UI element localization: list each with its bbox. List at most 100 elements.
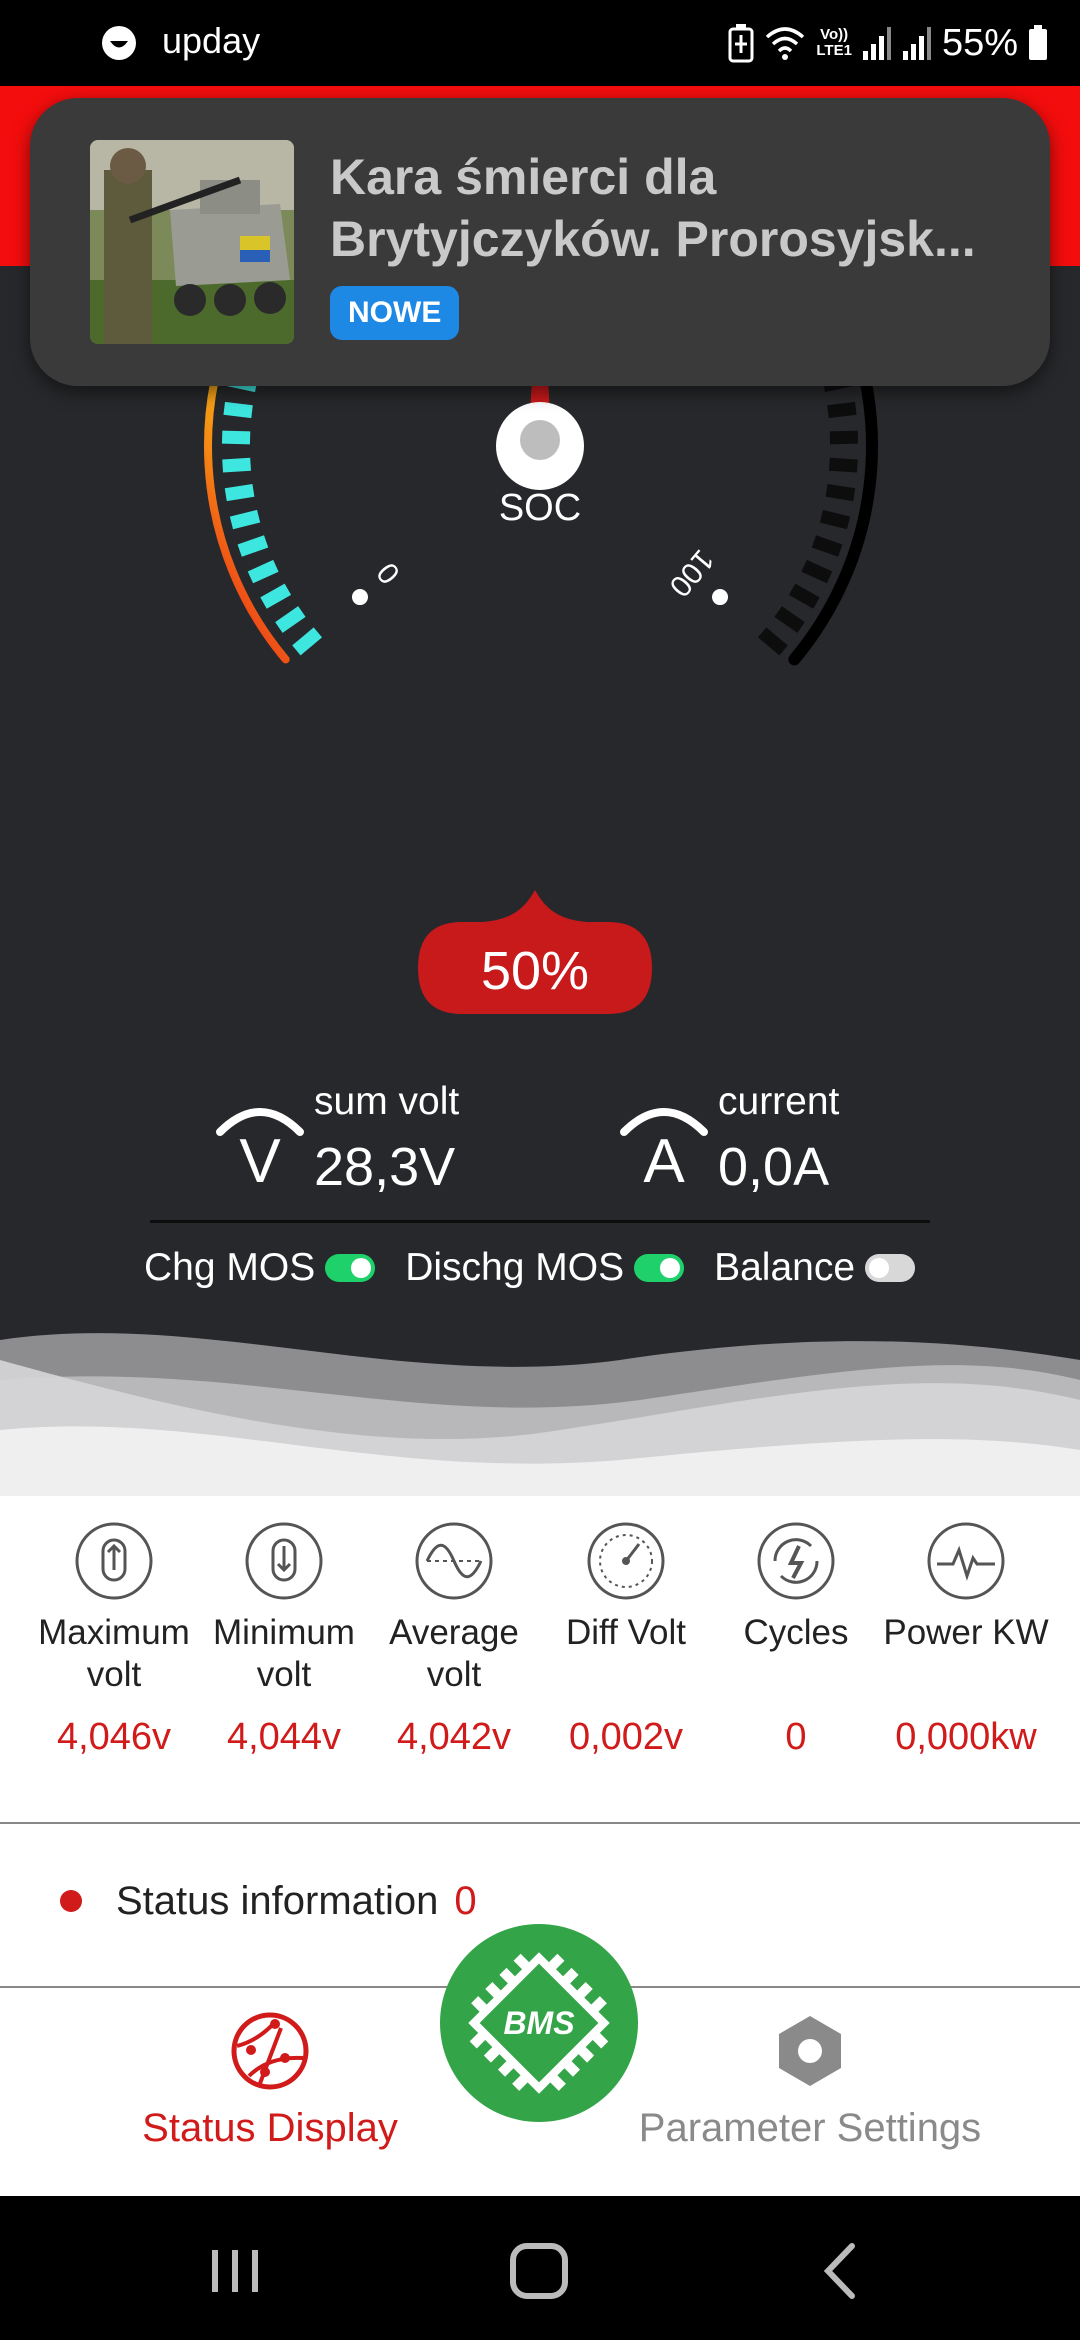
- battery-percent: 55%: [941, 21, 1018, 64]
- gauge-tick: [827, 401, 857, 419]
- current-value: 0,0A: [718, 1137, 830, 1197]
- stat-value: 4,046v: [56, 1716, 172, 1758]
- toggle-label: Chg MOS: [144, 1246, 316, 1289]
- min-volt-icon: [245, 1522, 323, 1600]
- status-information-row[interactable]: Status information 0: [60, 1876, 477, 1926]
- mos-toggles: Chg MOS Dischg MOS Balance: [144, 1238, 945, 1298]
- toggle-balance[interactable]: Balance: [714, 1246, 916, 1290]
- gauge-tick: [229, 509, 261, 530]
- gauge-tick: [221, 430, 251, 445]
- status-bar: upday Vo)) LTE1 55%: [0, 0, 1080, 86]
- stats-divider: [0, 1822, 1080, 1824]
- volte-label-top: Vo)): [820, 26, 849, 43]
- dischg-mos-switch[interactable]: [634, 1254, 685, 1282]
- chg-mos-switch[interactable]: [325, 1254, 376, 1282]
- toggle-chg-mos[interactable]: Chg MOS: [144, 1246, 376, 1290]
- bms-chip-icon: BMS: [468, 1952, 610, 2094]
- wave-decoration: [0, 1320, 1080, 1500]
- notification-new-badge: NOWE: [330, 286, 460, 340]
- gauge-scale-dot: [712, 589, 729, 606]
- stat-label: Minimum volt: [213, 1613, 355, 1694]
- volt-symbol: V: [239, 1127, 281, 1188]
- current-label: current: [718, 1080, 840, 1123]
- balance-switch[interactable]: [865, 1254, 916, 1282]
- ammeter-icon: A: [620, 1108, 708, 1188]
- tab-parameter-settings[interactable]: Parameter Settings: [630, 2010, 990, 2151]
- stat-value: 0,000kw: [895, 1716, 1037, 1758]
- gauge-tick: [788, 583, 820, 609]
- gauge-tick: [757, 627, 788, 656]
- stat-label: Maximum volt: [38, 1613, 190, 1694]
- stat-cycles: Cycles 0: [706, 1520, 886, 1758]
- soc-percent-badge: 50%: [418, 890, 652, 1018]
- gauge-hub-center: [520, 420, 560, 460]
- stat-value: 4,044v: [226, 1716, 342, 1758]
- stat-label: Power KW: [883, 1613, 1049, 1652]
- globe-network-icon: [231, 2012, 309, 2090]
- stat-label: Average volt: [389, 1613, 519, 1694]
- toggle-dischg-mos[interactable]: Dischg MOS: [405, 1246, 685, 1290]
- stat-value: 0: [785, 1716, 807, 1758]
- sum-volt-value: 28,3V: [314, 1137, 456, 1197]
- max-volt-icon: [75, 1522, 153, 1600]
- stat-diff-volt: Diff Volt 0,002v: [536, 1520, 716, 1758]
- stat-min-volt: Minimum volt 4,044v: [194, 1520, 374, 1758]
- status-dot-icon: [60, 1890, 82, 1912]
- recent-apps-icon[interactable]: [200, 2236, 270, 2306]
- gauge-scale-dot: [351, 589, 368, 606]
- stat-label: Diff Volt: [566, 1613, 686, 1652]
- gauge-tick: [801, 559, 833, 584]
- stat-max-volt: Maximum volt 4,046v: [24, 1520, 204, 1758]
- volte-icon: Vo)) LTE1: [816, 27, 852, 59]
- metrics-divider: [150, 1220, 930, 1223]
- bms-home-button[interactable]: BMS: [440, 1924, 638, 2122]
- cycles-icon: [757, 1522, 835, 1600]
- notification-headline-line1: Kara śmierci dla: [330, 149, 717, 205]
- voltmeter-icon: V: [216, 1108, 304, 1188]
- tab-status-display[interactable]: Status Display: [130, 2010, 410, 2151]
- battery-saver-icon: [728, 24, 754, 63]
- battery-icon: [1029, 25, 1047, 60]
- tab-status-display-label: Status Display: [142, 2106, 398, 2150]
- toggle-label: Balance: [714, 1246, 856, 1289]
- gauge-scale-label: 0: [371, 556, 407, 590]
- news-notification[interactable]: Kara śmierci dla Brytyjczyków. Prorosyjs…: [30, 98, 1050, 386]
- amp-symbol: A: [643, 1127, 685, 1188]
- system-nav-bar: [0, 2196, 1080, 2340]
- gauge-title: SOC: [499, 487, 581, 529]
- settings-hexagon-icon: [779, 2016, 841, 2086]
- wifi-icon: [766, 27, 805, 60]
- toggle-label: Dischg MOS: [405, 1246, 625, 1289]
- notification-headline-line2: Brytyjczyków. Prorosyjsk...: [330, 211, 976, 267]
- news-thumbnail-image: [90, 140, 294, 344]
- signal-icon-2: [902, 27, 931, 60]
- home-icon[interactable]: [505, 2236, 575, 2306]
- gauge-tick: [829, 430, 859, 445]
- upday-app-icon: [102, 26, 136, 60]
- bms-label: BMS: [503, 2005, 575, 2041]
- stat-label: Cycles: [743, 1613, 849, 1652]
- stat-power-kw: Power KW 0,000kw: [876, 1520, 1056, 1758]
- soc-percent-value: 50%: [480, 941, 590, 1001]
- gauge-tick: [224, 483, 255, 502]
- gauge-tick: [222, 457, 251, 473]
- power-icon: [927, 1522, 1005, 1600]
- gauge-tick: [223, 401, 253, 419]
- gauge-tick: [774, 606, 805, 633]
- sum-volt-label: sum volt: [314, 1080, 460, 1123]
- tab-parameter-settings-label: Parameter Settings: [638, 2106, 982, 2150]
- gauge-tick: [811, 535, 843, 557]
- gauge-tick: [260, 583, 292, 609]
- gauge-tick: [829, 457, 858, 473]
- status-information-count: 0: [454, 1878, 477, 1923]
- status-app-name: upday: [162, 20, 261, 61]
- notification-headline: Kara śmierci dla Brytyjczyków. Prorosyjs…: [330, 146, 1030, 270]
- gauge-tick: [819, 509, 851, 530]
- stat-value: 0,002v: [568, 1716, 684, 1758]
- status-information-label: Status information: [116, 1878, 439, 1923]
- stat-average-volt: Average volt 4,042v: [364, 1520, 544, 1758]
- diff-volt-gauge-icon: [587, 1522, 665, 1600]
- gauge-tick: [247, 559, 279, 584]
- back-icon[interactable]: [806, 2236, 876, 2306]
- signal-icon: [862, 27, 891, 60]
